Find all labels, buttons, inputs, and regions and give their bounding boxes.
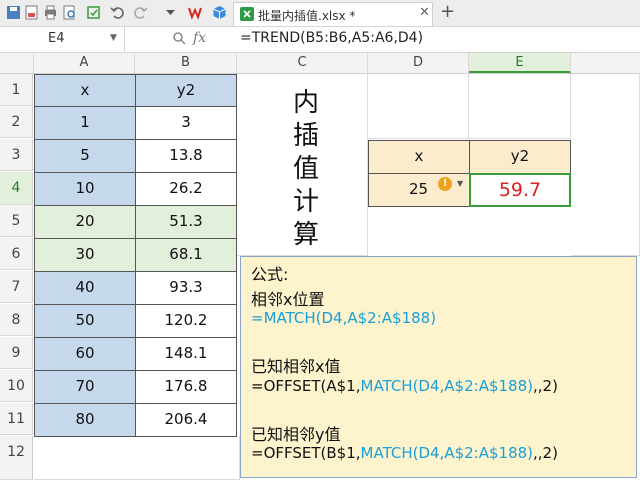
note-label: 相邻x位置 (251, 290, 325, 309)
formula-part: MATCH(D4,A$2:A$188) (360, 444, 534, 462)
row-header[interactable]: 3 (0, 139, 33, 171)
row-header[interactable]: 12 (0, 436, 33, 480)
formula-part: ,,2) (533, 444, 558, 462)
wps-logo-icon[interactable] (188, 5, 203, 20)
column-header-a[interactable]: A (34, 53, 135, 73)
table-cell[interactable]: 20 (34, 205, 136, 239)
table-cell[interactable]: 13.8 (135, 139, 237, 173)
table-cell[interactable]: 50 (34, 304, 136, 338)
formula-part: MATCH(D4,A$2:A$188) (360, 377, 533, 395)
table-cell[interactable]: 148.1 (135, 337, 237, 371)
table-cell[interactable]: 5 (34, 139, 136, 173)
table-header-y2[interactable]: y2 (135, 74, 237, 107)
warning-icon[interactable]: ! (438, 177, 452, 191)
print-icon[interactable] (43, 5, 58, 20)
table-cell[interactable]: 10 (34, 172, 136, 206)
row-header[interactable]: 4 (0, 172, 33, 205)
column-header-e[interactable]: E (469, 53, 571, 73)
close-icon[interactable]: ✕ (419, 5, 430, 20)
title-char: 插 (293, 121, 320, 151)
formula-input[interactable]: =TREND(B5:B6,A5:A6,D4) (240, 30, 423, 46)
x-input-cell[interactable]: 25 (368, 173, 470, 207)
new-tab-button[interactable]: + (440, 1, 455, 22)
table-cell[interactable]: 68.1 (135, 238, 237, 272)
note-heading: 公式: (251, 265, 289, 284)
chevron-down-icon[interactable]: ▼ (110, 33, 117, 43)
note-formula: =OFFSET(B$1,MATCH(D4,A$2:A$188),,2) (251, 444, 558, 462)
format-painter-icon[interactable] (86, 5, 101, 20)
print-preview-icon[interactable] (62, 5, 77, 20)
row-header[interactable]: 2 (0, 106, 33, 138)
grid-column-d[interactable] (368, 74, 469, 139)
title-char: 计 (293, 187, 320, 217)
export-icon[interactable] (24, 5, 39, 20)
note-label: 已知相邻x值 (251, 357, 341, 376)
title-char: 值 (293, 154, 320, 184)
table-cell[interactable]: 3 (135, 106, 237, 140)
redo-icon[interactable] (133, 5, 148, 20)
note-formula: =OFFSET(A$1,MATCH(D4,A$2:A$188),,2) (251, 377, 558, 395)
table-cell[interactable]: 206.4 (135, 403, 237, 437)
title-toolbar: 批量内插值.xlsx * ✕ + (0, 0, 640, 27)
column-header-d[interactable]: D (368, 53, 469, 73)
search-icon[interactable] (172, 31, 186, 45)
row-header[interactable]: 8 (0, 304, 33, 336)
cell-reference: E4 (48, 31, 65, 46)
table-cell[interactable]: 40 (34, 271, 136, 305)
result-cell[interactable]: 59.7 (469, 173, 571, 207)
chevron-down-icon[interactable]: ▼ (457, 179, 463, 188)
table-cell[interactable]: 176.8 (135, 370, 237, 404)
row-header[interactable]: 5 (0, 205, 33, 237)
note-label: 已知相邻y值 (251, 425, 341, 444)
formula-part: ,,2) (532, 377, 558, 395)
grid-row-12[interactable] (34, 436, 240, 480)
spreadsheet-file-icon (240, 7, 254, 21)
fx-icon[interactable]: fx (193, 30, 206, 46)
table-cell[interactable]: 1 (34, 106, 136, 140)
table-cell[interactable]: 51.3 (135, 205, 237, 239)
column-header-f[interactable] (571, 53, 640, 73)
title-char: 算 (293, 220, 320, 250)
calc-header-y2[interactable]: y2 (469, 140, 571, 174)
formula-note: 公式: 相邻x位置 =MATCH(D4,A$2:A$188) 已知相邻x值 =O… (240, 256, 637, 478)
row-header[interactable]: 9 (0, 337, 33, 369)
name-box[interactable]: E4 ▼ (0, 27, 125, 52)
tab-label: 批量内插值.xlsx * (258, 9, 356, 23)
note-formula: =MATCH(D4,A$2:A$188) (251, 309, 437, 327)
table-cell[interactable]: 80 (34, 403, 136, 437)
table-cell[interactable]: 30 (34, 238, 136, 272)
table-cell[interactable]: 93.3 (135, 271, 237, 305)
formula-part: =OFFSET(B$1, (251, 444, 361, 462)
grid-column-f[interactable] (571, 74, 640, 256)
grid-column-e[interactable] (469, 74, 571, 139)
table-cell[interactable]: 26.2 (135, 172, 237, 206)
table-cell[interactable]: 60 (34, 337, 136, 371)
table-cell[interactable]: 70 (34, 370, 136, 404)
row-header[interactable]: 6 (0, 238, 33, 270)
row-header[interactable]: 10 (0, 370, 33, 402)
table-header-x[interactable]: x (34, 74, 136, 107)
row-header[interactable]: 7 (0, 271, 33, 303)
row-header[interactable]: 11 (0, 403, 33, 435)
row-header[interactable]: 1 (0, 74, 33, 106)
column-header-c[interactable]: C (237, 53, 368, 73)
formula-bar: E4 ▼ fx =TREND(B5:B6,A5:A6,D4) (0, 27, 640, 53)
calc-header-x[interactable]: x (368, 140, 470, 174)
column-header-bar: A B C D E (0, 53, 640, 74)
save-icon[interactable] (6, 5, 21, 20)
title-char: 内 (293, 88, 320, 118)
formula-part: =OFFSET(A$1, (251, 377, 361, 395)
cube-icon[interactable] (212, 5, 227, 20)
file-tab[interactable]: 批量内插值.xlsx * ✕ (233, 2, 433, 26)
column-header-b[interactable]: B (135, 53, 237, 73)
select-all-corner[interactable] (0, 53, 34, 73)
chevron-down-icon[interactable] (163, 5, 178, 20)
undo-icon[interactable] (110, 5, 125, 20)
table-cell[interactable]: 120.2 (135, 304, 237, 338)
